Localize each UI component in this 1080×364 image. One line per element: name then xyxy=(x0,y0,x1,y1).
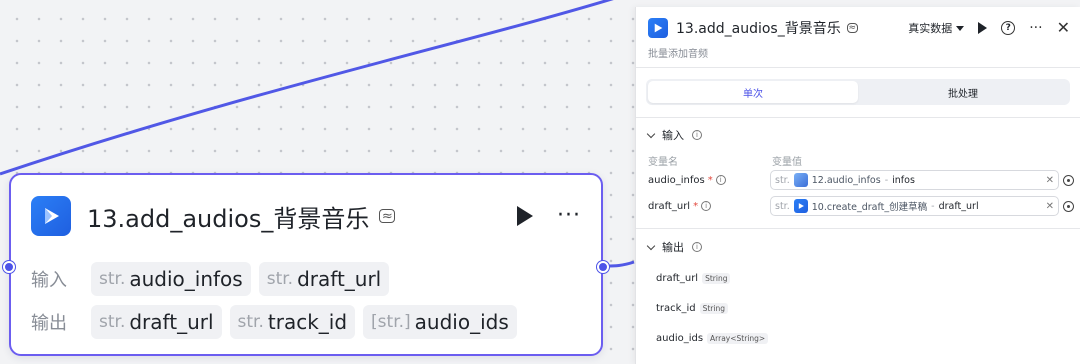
app-icon xyxy=(648,18,668,38)
info-icon: i xyxy=(715,175,726,185)
output-chip: [str.] audio_ids xyxy=(363,305,517,339)
input-chip: str. draft_url xyxy=(258,262,390,296)
divider xyxy=(636,117,1080,118)
node-config-panel: 13.add_audios_背景音乐 ≈ 真实数据 ? ··· ✕ 批量添加音频… xyxy=(635,7,1080,364)
column-header-value: 变量值 xyxy=(772,157,802,168)
app-icon xyxy=(793,199,808,213)
output-section-header[interactable]: 输出 i xyxy=(646,239,702,255)
output-label: 输出 xyxy=(31,313,67,334)
close-icon[interactable]: ✕ xyxy=(1057,20,1070,36)
output-variable-row: draft_url String xyxy=(656,273,731,284)
panel-header: 13.add_audios_背景音乐 ≈ 真实数据 ? ··· ✕ xyxy=(648,17,1070,39)
plugin-badge-icon: ≈ xyxy=(846,22,858,33)
type-badge: String xyxy=(699,303,728,314)
help-icon[interactable]: ? xyxy=(1001,21,1016,35)
input-chip: str. audio_infos xyxy=(91,262,251,296)
play-icon[interactable] xyxy=(517,206,534,226)
divider xyxy=(636,228,1080,229)
divider xyxy=(636,67,1080,68)
more-icon[interactable]: ··· xyxy=(557,205,581,227)
output-variable-row: track_id String xyxy=(656,303,728,314)
app-icon xyxy=(31,196,71,236)
play-icon[interactable] xyxy=(978,22,988,34)
input-port[interactable] xyxy=(3,261,15,273)
type-badge: String xyxy=(702,273,731,284)
column-header-name: 变量名 xyxy=(648,157,678,168)
tab-single[interactable]: 单次 xyxy=(648,81,858,103)
caret-down-icon xyxy=(956,25,965,31)
chevron-down-icon xyxy=(646,241,656,250)
chevron-down-icon xyxy=(646,129,656,138)
info-icon: i xyxy=(701,201,712,211)
mode-tabs: 单次 批处理 xyxy=(646,79,1070,105)
clear-icon[interactable]: ✕ xyxy=(1046,201,1054,212)
input-label: 输入 xyxy=(31,270,67,291)
info-icon: i xyxy=(692,130,702,140)
node-header: 13.add_audios_背景音乐 ≈ ··· xyxy=(31,195,581,237)
input-variable-row: draft_url * i str. 10.create_draft_创建草稿 - dr… xyxy=(648,196,1074,216)
panel-subtitle: 批量添加音频 xyxy=(648,49,708,60)
panel-title: 13.add_audios_背景音乐 xyxy=(676,21,841,37)
output-chip: str. track_id xyxy=(229,305,356,339)
data-mode-select[interactable]: 真实数据 xyxy=(908,20,965,36)
info-icon: i xyxy=(692,242,702,252)
more-icon[interactable]: ··· xyxy=(1029,20,1042,36)
target-icon[interactable] xyxy=(1063,200,1074,212)
input-section-header[interactable]: 输入 i xyxy=(646,127,702,143)
node-inputs: 输入 str. audio_infos str. draft_url xyxy=(31,262,390,296)
target-icon[interactable] xyxy=(1063,174,1074,186)
node-title: 13.add_audios_背景音乐 xyxy=(87,204,370,233)
output-chip: str. draft_url xyxy=(91,305,222,339)
output-port[interactable] xyxy=(597,261,609,273)
workflow-node[interactable]: 13.add_audios_背景音乐 ≈ ··· 输入 str. audio_in… xyxy=(3,173,609,356)
plugin-badge-icon: ≈ xyxy=(379,209,396,223)
node-outputs: 输出 str. draft_url str. track_id [str.] audi… xyxy=(31,305,517,339)
clear-icon[interactable]: ✕ xyxy=(1046,175,1054,186)
variable-reference-field[interactable]: str. 10.create_draft_创建草稿 - draft_url ✕ xyxy=(770,196,1059,216)
image-icon xyxy=(793,173,808,187)
output-variable-row: audio_ids Array<String> xyxy=(656,333,769,344)
tab-batch[interactable]: 批处理 xyxy=(858,81,1068,103)
input-variable-row: audio_infos * i str. 12.audio_infos - infos … xyxy=(648,170,1074,190)
variable-reference-field[interactable]: str. 12.audio_infos - infos ✕ xyxy=(770,170,1059,190)
type-badge: Array<String> xyxy=(707,333,769,344)
